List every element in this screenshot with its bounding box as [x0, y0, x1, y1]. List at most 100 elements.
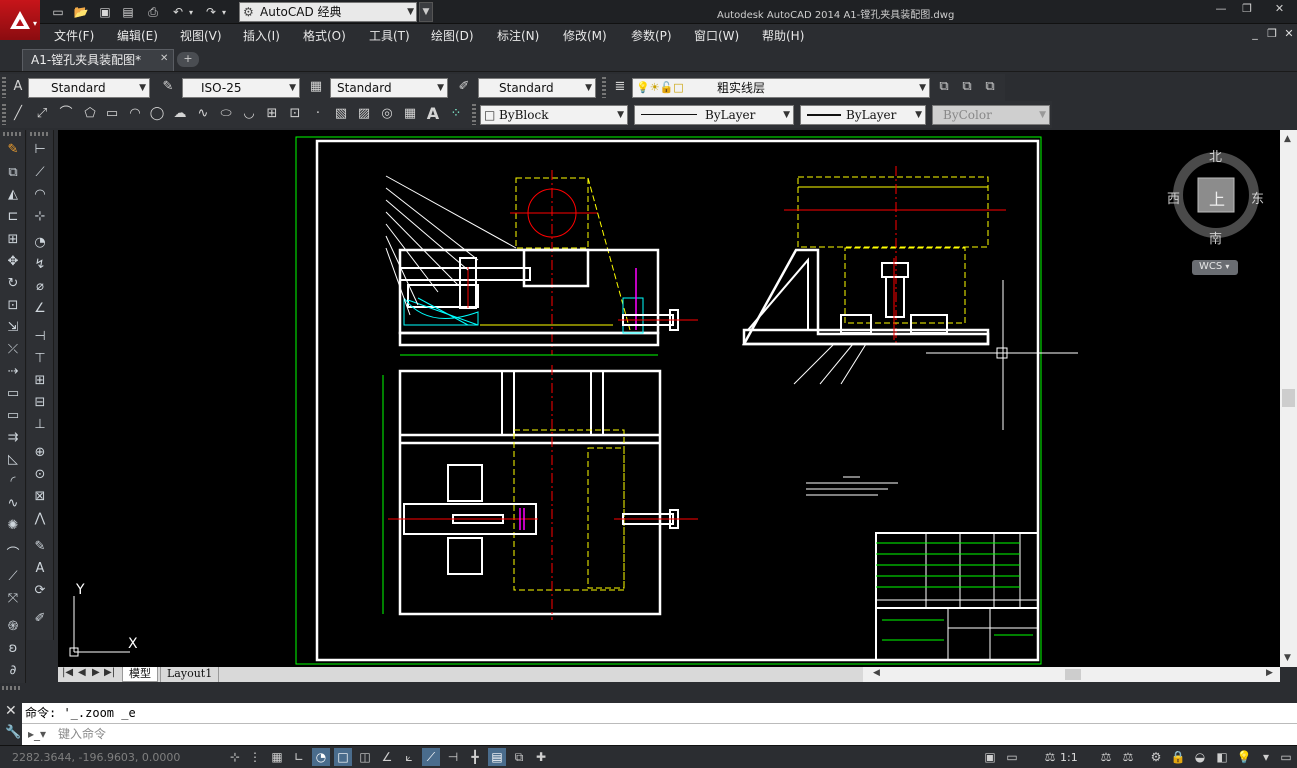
- dimension-text-edit-icon[interactable]: A: [30, 559, 50, 579]
- menu-help[interactable]: 帮助(H): [762, 27, 804, 44]
- offset-icon[interactable]: ⊏: [3, 207, 23, 227]
- annotation-scale-value[interactable]: 1:1: [1060, 751, 1078, 764]
- annotation-visibility-icon[interactable]: ⚖: [1097, 748, 1115, 766]
- break-point-icon[interactable]: ⤧: [3, 589, 23, 609]
- clean-screen-icon[interactable]: ▭: [1277, 748, 1295, 766]
- command-input[interactable]: ▸_▾ 键入命令: [22, 723, 1297, 745]
- break-at-point-icon[interactable]: ▭: [3, 384, 23, 404]
- hardware-acceleration-icon[interactable]: ◒: [1191, 748, 1209, 766]
- toolbar-grip[interactable]: [30, 132, 50, 136]
- layer-properties-icon[interactable]: ≣: [610, 77, 630, 97]
- spline-icon[interactable]: ∿: [193, 104, 213, 124]
- menu-insert[interactable]: 插入(I): [243, 27, 280, 44]
- auto-scale-icon[interactable]: ⚖: [1119, 748, 1137, 766]
- redo-dropdown-icon[interactable]: ▾: [219, 3, 229, 21]
- make-block-icon[interactable]: ⊡: [285, 104, 305, 124]
- close-icon[interactable]: ✕: [5, 703, 17, 719]
- scrollbar-thumb[interactable]: [1065, 669, 1081, 680]
- diameter-dimension-icon[interactable]: ⌀: [30, 277, 50, 297]
- compass-east[interactable]: 东: [1251, 188, 1264, 207]
- menu-format[interactable]: 格式(O): [303, 27, 346, 44]
- close-icon[interactable]: ✕: [160, 53, 168, 64]
- dimension-update-icon[interactable]: ⟳: [30, 581, 50, 601]
- open-icon[interactable]: 📂: [71, 3, 91, 21]
- fillet-icon[interactable]: ◜: [3, 472, 23, 492]
- dimension-break-icon[interactable]: ⊥: [30, 415, 50, 435]
- compass-south[interactable]: 南: [1209, 228, 1222, 247]
- revision-cloud-icon[interactable]: ☁: [170, 104, 190, 124]
- isolate-objects-icon[interactable]: ◧: [1213, 748, 1231, 766]
- hatch-icon[interactable]: ▧: [331, 104, 351, 124]
- dimension-style-select[interactable]: ISO-25 ▼: [182, 78, 300, 98]
- lock-icon[interactable]: 🔒: [1169, 748, 1187, 766]
- undo-dropdown-icon[interactable]: ▾: [186, 3, 196, 21]
- ordinate-dimension-icon[interactable]: ⊹: [30, 207, 50, 227]
- transparency-icon[interactable]: ╋: [466, 748, 484, 766]
- file-tab[interactable]: A1-镗孔夹具装配图*: [22, 49, 174, 71]
- menu-draw[interactable]: 绘图(D): [431, 27, 474, 44]
- new-icon[interactable]: ▭: [48, 3, 68, 21]
- first-layout-icon[interactable]: |◀: [62, 667, 73, 678]
- menu-tools[interactable]: 工具(T): [369, 27, 410, 44]
- toolbar-grip[interactable]: [3, 132, 23, 136]
- angular-dimension-icon[interactable]: ∠: [30, 299, 50, 319]
- dimension-style-icon[interactable]: ✎: [158, 77, 178, 97]
- scroll-right-icon[interactable]: ▶: [1266, 668, 1273, 678]
- baseline-dimension-icon[interactable]: ⊤: [30, 349, 50, 369]
- menu-dimension[interactable]: 标注(N): [497, 27, 539, 44]
- lightbulb-icon[interactable]: 💡: [1235, 748, 1253, 766]
- extend-icon[interactable]: ⇢: [3, 362, 23, 382]
- toolbar-grip[interactable]: [472, 104, 476, 125]
- status-menu-icon[interactable]: ▾: [1257, 748, 1275, 766]
- menu-view[interactable]: 视图(V): [180, 27, 222, 44]
- last-layout-icon[interactable]: ▶|: [104, 667, 115, 678]
- erase-icon[interactable]: ✎: [3, 140, 23, 160]
- dimension-space-icon[interactable]: ⊟: [30, 393, 50, 413]
- table-style-select[interactable]: Standard ▼: [330, 78, 448, 98]
- workspace-select[interactable]: ⚙ AutoCAD 经典 ▼: [239, 2, 417, 22]
- redo-icon[interactable]: ↷: [201, 3, 221, 21]
- viewcube-top-face[interactable]: 上: [1209, 186, 1225, 210]
- ellipse-arc-icon[interactable]: ◡: [239, 104, 259, 124]
- quick-properties-icon[interactable]: ▤: [488, 748, 506, 766]
- scroll-down-icon[interactable]: ▼: [1284, 653, 1291, 663]
- scroll-left-icon[interactable]: ◀: [873, 668, 880, 678]
- copy-icon[interactable]: ⧉: [3, 163, 23, 183]
- jogged-dimension-icon[interactable]: ↯: [30, 255, 50, 275]
- region-icon[interactable]: ◎: [377, 104, 397, 124]
- toolbar-grip[interactable]: [602, 77, 606, 98]
- multileader-style-select[interactable]: Standard ▼: [478, 78, 596, 98]
- command-grip[interactable]: [2, 686, 22, 690]
- menu-file[interactable]: 文件(F): [54, 27, 94, 44]
- quick-dimension-icon[interactable]: ⊣: [30, 327, 50, 347]
- wrench-icon[interactable]: 🔧: [5, 725, 21, 740]
- quick-view-layouts-icon[interactable]: ▭: [1003, 748, 1021, 766]
- save-icon[interactable]: ▣: [95, 3, 115, 21]
- workspace-switching-icon[interactable]: ⚙: [1147, 748, 1165, 766]
- undo-icon[interactable]: ↶: [168, 3, 188, 21]
- table-icon[interactable]: ▦: [400, 104, 420, 124]
- explode-icon[interactable]: ✺: [3, 516, 23, 536]
- menu-edit[interactable]: 编辑(E): [117, 27, 158, 44]
- save-as-icon[interactable]: ▤: [118, 3, 138, 21]
- menu-window[interactable]: 窗口(W): [694, 27, 739, 44]
- layer-state-icon[interactable]: ⧉: [980, 77, 1000, 97]
- object-snap-tracking-icon[interactable]: ∠: [378, 748, 396, 766]
- plot-icon[interactable]: ⎙: [143, 3, 163, 21]
- arc-tool-icon[interactable]: ⌒: [3, 545, 23, 565]
- polyline-icon[interactable]: ⌒: [56, 104, 76, 124]
- break-icon[interactable]: ▭: [3, 406, 23, 426]
- multiline-text-icon[interactable]: A: [423, 104, 443, 124]
- new-tab-button[interactable]: +: [177, 52, 199, 67]
- aligned-dimension-icon[interactable]: ⟋: [30, 163, 50, 183]
- restore-button[interactable]: ❐: [1234, 0, 1260, 18]
- tab-model[interactable]: 模型: [122, 667, 158, 682]
- next-layout-icon[interactable]: ▶: [92, 667, 100, 678]
- table-style-icon[interactable]: ▦: [306, 77, 326, 97]
- viewcube[interactable]: 北 南 东 西 上: [1167, 148, 1264, 247]
- spiral-icon[interactable]: ֍: [3, 617, 23, 637]
- multileader-style-icon[interactable]: ✐: [454, 77, 474, 97]
- minimize-button[interactable]: —: [1208, 0, 1234, 18]
- scale-icon[interactable]: ⊡: [3, 296, 23, 316]
- linear-dimension-icon[interactable]: ⊢: [30, 140, 50, 160]
